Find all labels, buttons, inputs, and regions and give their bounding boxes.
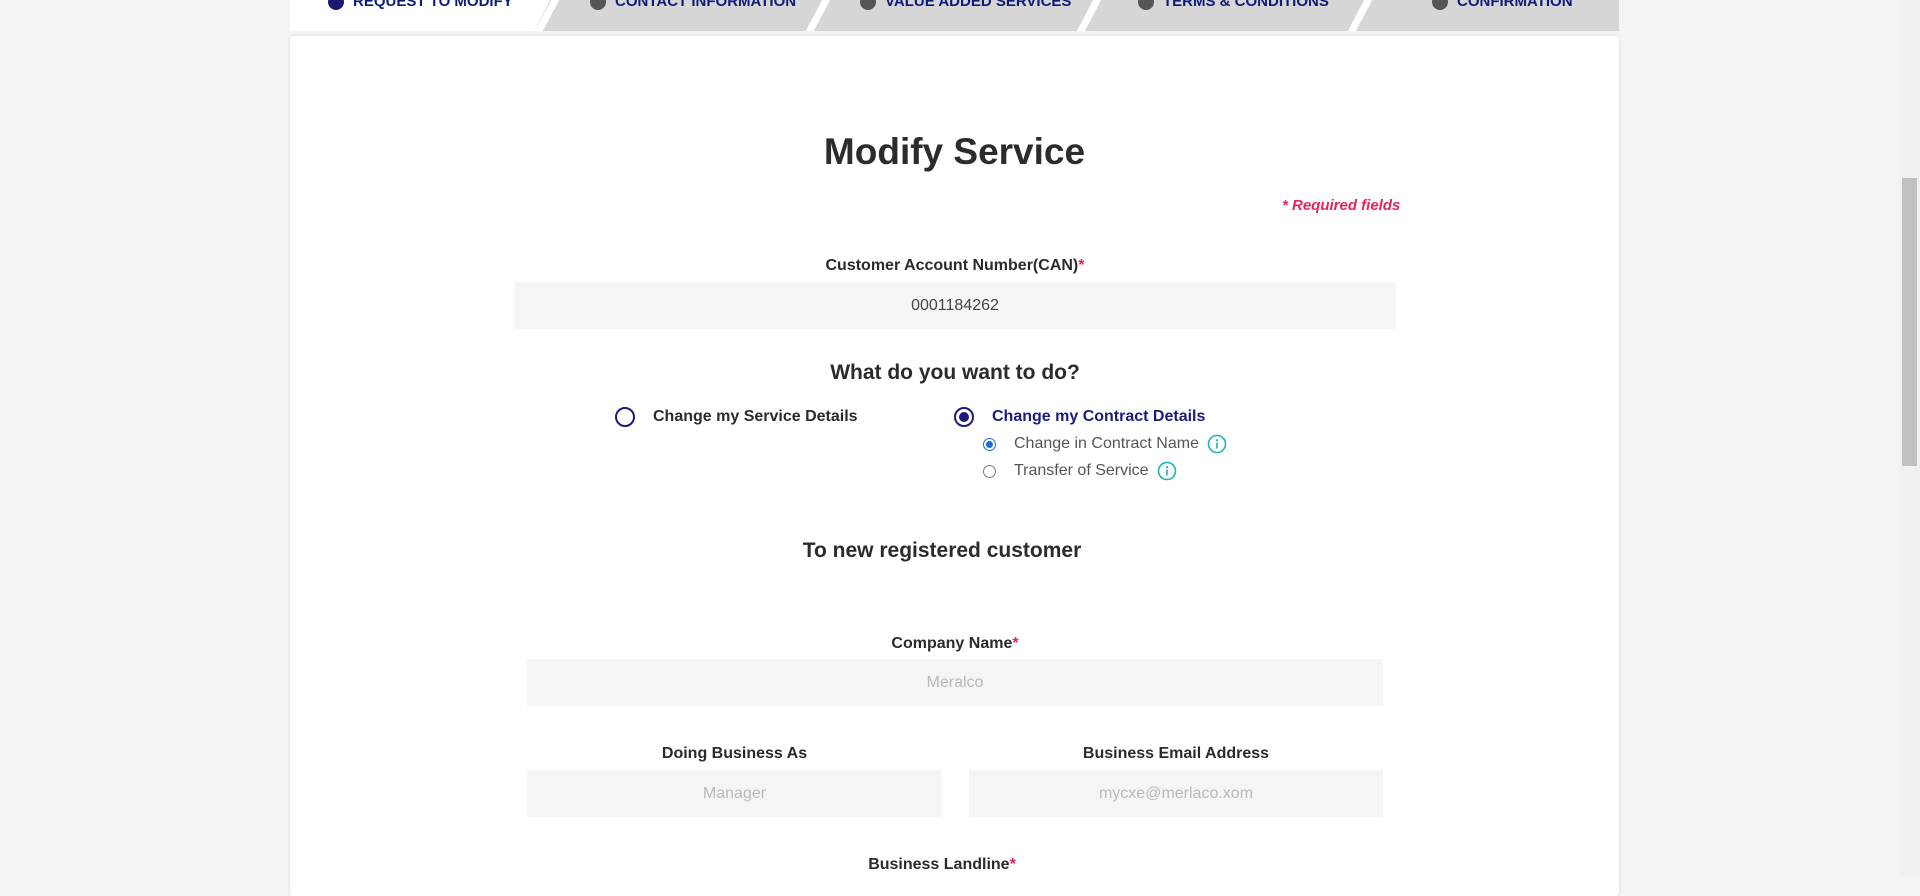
- suboption-change-contract-name[interactable]: Change in Contract Name: [983, 434, 1227, 454]
- step-label: CONFIRMATION: [1457, 0, 1573, 10]
- radio-button[interactable]: [615, 407, 635, 427]
- page-scrollbar-thumb[interactable]: [1902, 178, 1917, 466]
- suboption-label: Transfer of Service: [1014, 462, 1149, 479]
- step-number-badge: [1432, 0, 1448, 10]
- page-title: Modify Service: [823, 131, 1086, 172]
- radio-dot: [986, 440, 993, 448]
- required-asterisk: *: [1012, 635, 1019, 652]
- radio-dot: [959, 412, 969, 422]
- business-landline-label: Business Landline*: [514, 856, 1370, 874]
- step-separator: [1347, 0, 1373, 31]
- option-change-service-details[interactable]: Change my Service Details: [615, 407, 858, 427]
- doing-business-as-input[interactable]: Manager: [527, 770, 942, 817]
- can-input[interactable]: 0001184262: [514, 282, 1396, 329]
- step-number-badge: [328, 0, 344, 10]
- step-label: VALUE ADDED SERVICES: [885, 0, 1072, 10]
- required-asterisk: *: [1078, 257, 1085, 274]
- step-confirmation[interactable]: CONFIRMATION: [1432, 0, 1573, 31]
- info-icon[interactable]: [1157, 461, 1177, 481]
- step-number-badge: [860, 0, 876, 10]
- company-name-label: Company Name*: [527, 635, 1383, 653]
- step-label: REQUEST TO MODIFY: [353, 0, 513, 10]
- company-name-label-text: Company Name: [891, 635, 1013, 652]
- option-label: Change my Contract Details: [992, 408, 1206, 425]
- can-label-text: Customer Account Number(CAN): [825, 257, 1079, 274]
- step-request-to-modify[interactable]: REQUEST TO MODIFY: [328, 0, 513, 31]
- company-name-input[interactable]: Meralco: [527, 659, 1383, 706]
- step-terms-and-conditions[interactable]: TERMS & CONDITIONS: [1138, 0, 1329, 31]
- step-number-badge: [1138, 0, 1154, 10]
- required-fields-note: * Required fields: [1282, 197, 1401, 214]
- suboption-transfer-of-service[interactable]: Transfer of Service: [983, 461, 1177, 481]
- step-separator: [805, 0, 831, 31]
- option-change-contract-details[interactable]: Change my Contract Details: [954, 407, 1205, 427]
- radio-button-selected[interactable]: [983, 437, 996, 451]
- business-email-label: Business Email Address: [1082, 745, 1270, 762]
- section-title: To new registered customer: [802, 539, 1082, 562]
- step-contact-information[interactable]: CONTACT INFORMATION: [590, 0, 796, 31]
- suboption-label: Change in Contract Name: [1014, 435, 1199, 452]
- business-email-input[interactable]: mycxe@merlaco.xom: [969, 770, 1383, 817]
- business-landline-label-text: Business Landline: [868, 856, 1010, 873]
- question-title: What do you want to do?: [830, 361, 1080, 384]
- step-label: CONTACT INFORMATION: [615, 0, 797, 10]
- option-label: Change my Service Details: [653, 408, 858, 425]
- step-separator: [1076, 0, 1102, 31]
- can-label: Customer Account Number(CAN)*: [514, 257, 1396, 275]
- info-icon[interactable]: [1207, 434, 1227, 454]
- radio-button[interactable]: [983, 464, 996, 478]
- radio-button-selected[interactable]: [954, 407, 974, 427]
- progress-stepper: REQUEST TO MODIFY CONTACT INFORMATION VA…: [290, 0, 1619, 31]
- step-number-badge: [590, 0, 606, 10]
- step-value-added-services[interactable]: VALUE ADDED SERVICES: [860, 0, 1071, 31]
- required-asterisk: *: [1009, 856, 1016, 873]
- step-label: TERMS & CONDITIONS: [1163, 0, 1329, 10]
- doing-business-as-label: Doing Business As: [661, 745, 808, 762]
